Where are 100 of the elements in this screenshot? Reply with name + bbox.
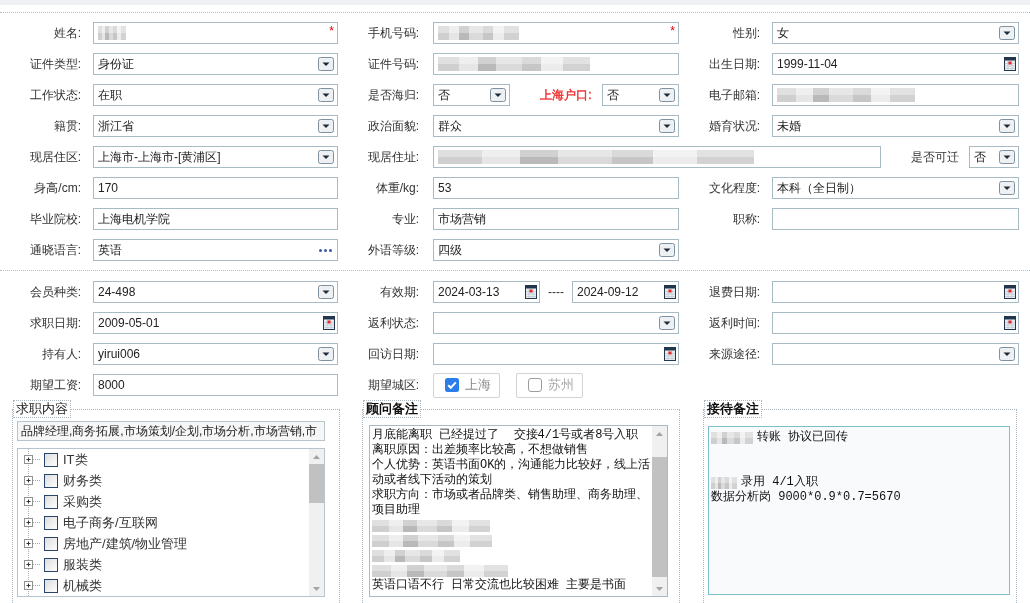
- text-field[interactable]: 上海电机学院: [93, 208, 338, 230]
- field-label: 回访日期:: [366, 345, 420, 363]
- expand-plus-icon[interactable]: [24, 539, 40, 548]
- checkbox[interactable]: [44, 494, 58, 509]
- field-label: 外语等级:: [366, 241, 420, 259]
- calendar-icon[interactable]: [1004, 285, 1016, 299]
- text-field[interactable]: [433, 53, 679, 75]
- field-label: 性别:: [731, 24, 761, 42]
- field-label: 体重/kg:: [374, 179, 420, 197]
- text-field[interactable]: *: [93, 22, 338, 44]
- date-field[interactable]: 2024-09-12: [572, 281, 679, 303]
- text-field[interactable]: [772, 84, 1019, 106]
- calendar-icon[interactable]: [323, 316, 335, 330]
- dropdown-select[interactable]: 身份证: [93, 53, 338, 75]
- blurred-text-block: [98, 26, 127, 40]
- field-label: 工作状态:: [28, 86, 82, 104]
- selected-jobs-field[interactable]: 品牌经理,商务拓展,市场策划/企划,市场分析,市场营销,市: [17, 421, 325, 441]
- dropdown-select[interactable]: 否: [601, 84, 679, 106]
- checkbox[interactable]: [44, 473, 58, 488]
- field-label: 来源途径:: [707, 345, 761, 363]
- dropdown-select[interactable]: 在职: [93, 84, 338, 106]
- scrollbar[interactable]: [652, 426, 667, 596]
- checkbox[interactable]: [44, 536, 58, 551]
- field-label: 退费日期:: [707, 283, 761, 301]
- panel-title: 接待备注: [704, 400, 762, 418]
- text-field[interactable]: *: [433, 22, 679, 44]
- field-label: 证件号码:: [366, 55, 420, 73]
- checkbox-option[interactable]: 上海: [433, 372, 500, 398]
- calendar-icon[interactable]: [664, 347, 676, 361]
- field-label: 是否可迁: [909, 148, 960, 166]
- note-line: 个人优势：英语书面OK的，沟通能力比较好，线上活: [372, 458, 651, 473]
- field-label: 现居住址:: [366, 148, 420, 166]
- lookup-field[interactable]: 英语: [93, 239, 338, 261]
- dropdown-select[interactable]: 女: [772, 22, 1019, 44]
- note-line: 月底能离职 已经提过了 交接4/1号或者8号入职: [372, 428, 639, 443]
- checkbox[interactable]: [44, 452, 58, 467]
- tree-item-label[interactable]: 服装类: [63, 555, 102, 574]
- calendar-icon[interactable]: [1004, 316, 1016, 330]
- tree-item-label[interactable]: 房地产/建筑/物业管理: [63, 534, 188, 553]
- field-label: 专业:: [390, 210, 420, 228]
- field-label: 身高/cm:: [33, 179, 82, 197]
- dropdown-select[interactable]: yirui006: [93, 343, 338, 365]
- field-label: 通晓语言:: [28, 241, 82, 259]
- expand-plus-icon[interactable]: [24, 560, 40, 569]
- note-line: 项目助理: [372, 503, 420, 518]
- text-field[interactable]: 53: [433, 177, 679, 199]
- field-label: 返利时间:: [707, 314, 761, 332]
- notes-textarea[interactable]: 月底能离职 已经提过了 交接4/1号或者8号入职 离职原因：出差频率比较高，不想做销售 个人优势：英语书面OK的，沟通能力比较好，线上活 动或者线下活动的策划 求职方向：市场或者品牌类、销售助理、商务助理、 项目助理 英语口语不行 日常交流也比较困难 主要是书面: [369, 425, 668, 597]
- date-field[interactable]: 2024-03-13: [433, 281, 540, 303]
- tree-item-label[interactable]: 电子商务/互联网: [63, 513, 158, 532]
- scrollbar-thumb[interactable]: [309, 464, 324, 503]
- required-mark: *: [670, 25, 675, 37]
- field-label: 文化程度:: [707, 179, 761, 197]
- calendar-icon[interactable]: [664, 285, 676, 299]
- calendar-icon[interactable]: [525, 285, 537, 299]
- text-field[interactable]: [772, 208, 1019, 230]
- dropdown-select[interactable]: 上海市-上海市-[黄浦区]: [93, 146, 338, 168]
- dropdown-select[interactable]: 本科（全日制）: [772, 177, 1019, 199]
- tree-item-label[interactable]: 财务类: [63, 471, 102, 490]
- tree-item-label[interactable]: 采购类: [63, 492, 102, 511]
- scrollbar[interactable]: [309, 449, 324, 596]
- expand-plus-icon[interactable]: [24, 518, 40, 527]
- field-label: 返利状态:: [366, 314, 420, 332]
- calendar-icon[interactable]: [1004, 57, 1016, 71]
- dropdown-select[interactable]: 未婚: [772, 115, 1019, 137]
- date-field[interactable]: 2009-05-01: [93, 312, 338, 334]
- checkbox[interactable]: [44, 578, 58, 593]
- dropdown-select[interactable]: 否: [433, 84, 511, 106]
- dropdown-select[interactable]: 四级: [433, 239, 679, 261]
- dropdown-select[interactable]: 否: [968, 146, 1019, 168]
- checkbox[interactable]: [528, 378, 542, 392]
- field-label: 出生日期:: [707, 55, 761, 73]
- text-field[interactable]: [433, 146, 881, 168]
- text-field[interactable]: 170: [93, 177, 338, 199]
- checkbox[interactable]: [445, 378, 459, 392]
- dropdown-select[interactable]: 浙江省: [93, 115, 338, 137]
- date-field[interactable]: [433, 343, 679, 365]
- expand-plus-icon[interactable]: [24, 455, 40, 464]
- expand-plus-icon[interactable]: [24, 497, 40, 506]
- field-label: 职称:: [731, 210, 761, 228]
- ellipsis-icon[interactable]: [319, 248, 332, 252]
- dropdown-select[interactable]: 群众: [433, 115, 679, 137]
- dropdown-select[interactable]: 24-498: [93, 281, 338, 303]
- tree-item-label[interactable]: IT类: [63, 450, 88, 469]
- field-label: 手机号码:: [366, 24, 420, 42]
- blurred-text-block: [711, 431, 753, 444]
- checkbox[interactable]: [44, 515, 58, 530]
- field-label: 求职日期:: [28, 314, 82, 332]
- text-field[interactable]: 8000: [93, 374, 338, 396]
- scrollbar-thumb[interactable]: [652, 457, 667, 577]
- expand-plus-icon[interactable]: [24, 476, 40, 485]
- expand-plus-icon[interactable]: [24, 581, 40, 590]
- tree-item-label[interactable]: 机械类: [63, 576, 102, 595]
- date-field[interactable]: [772, 281, 1019, 303]
- field-label: 婚育状况:: [707, 117, 761, 135]
- date-field[interactable]: [772, 312, 1019, 334]
- text-field[interactable]: 市场营销: [433, 208, 679, 230]
- date-field[interactable]: 1999-11-04: [772, 53, 1019, 75]
- notes-textarea[interactable]: 转账 协议已回传 录用 4/1入职 数据分析岗 9000*0.9*0.7=5670: [708, 426, 1010, 595]
- checkbox[interactable]: [44, 557, 58, 572]
